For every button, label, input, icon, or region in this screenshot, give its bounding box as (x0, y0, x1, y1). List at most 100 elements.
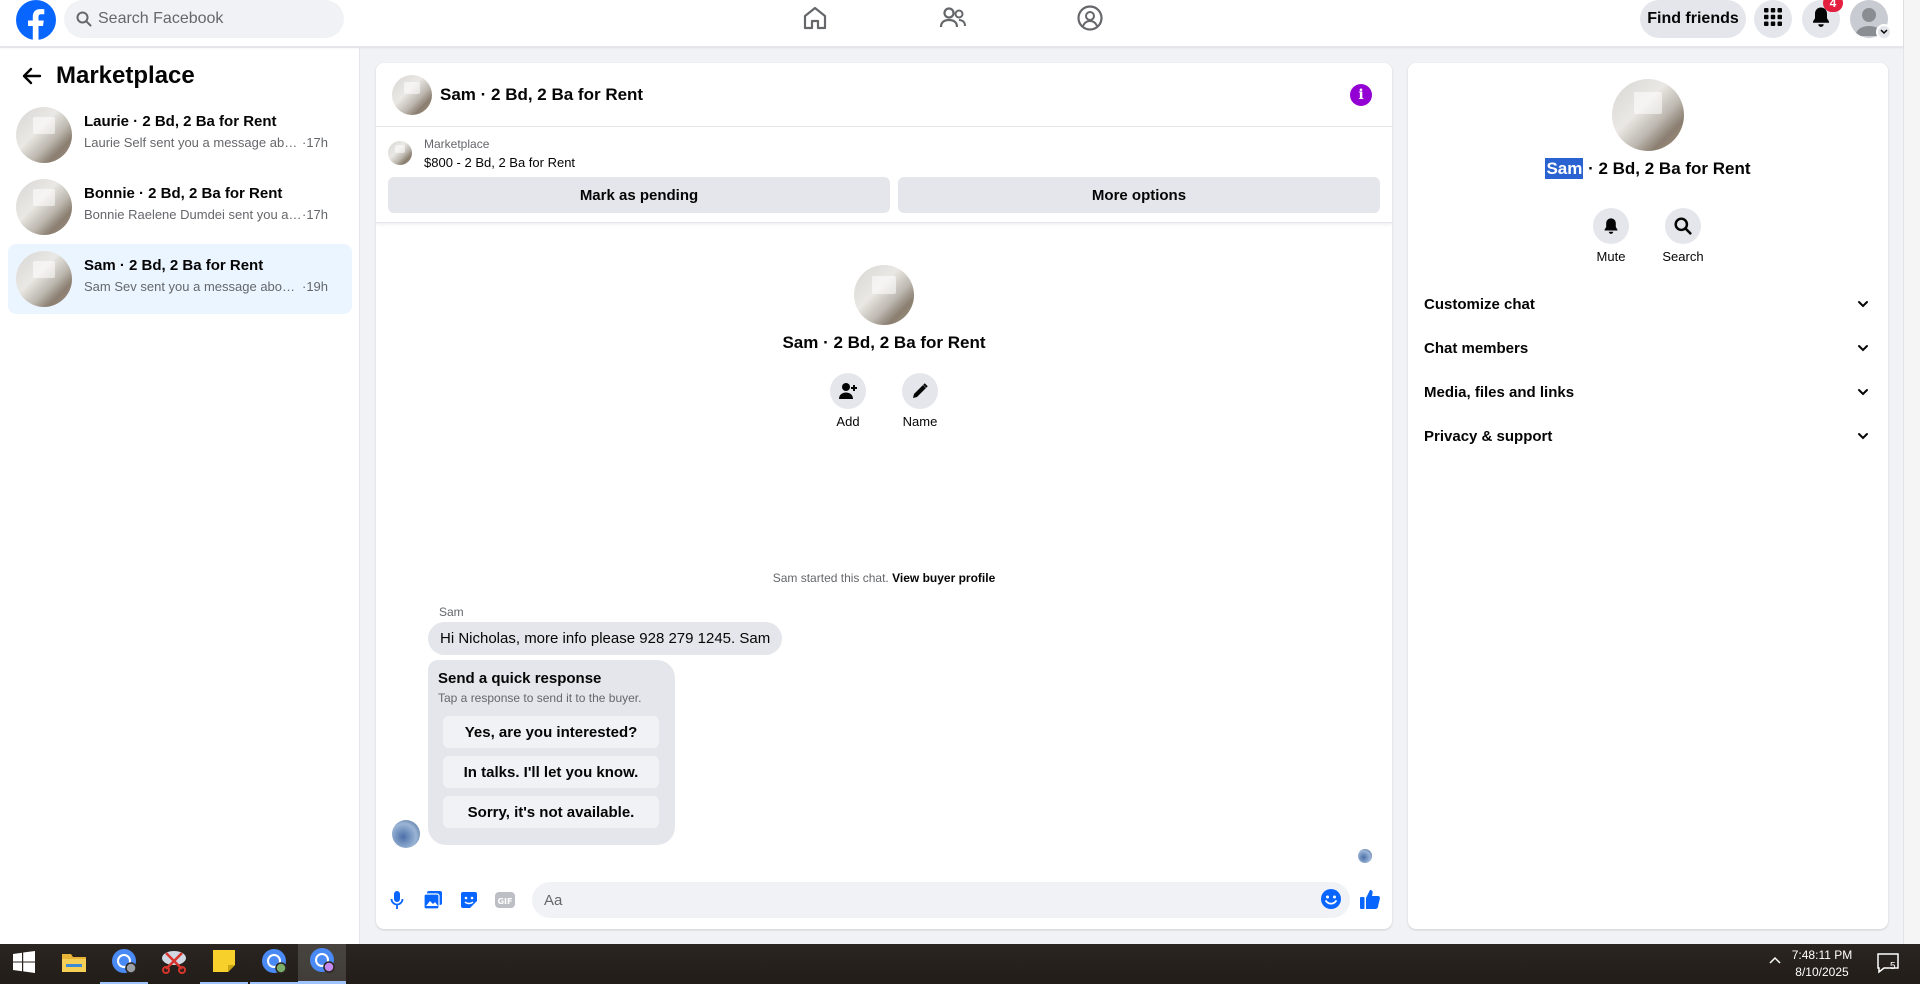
photo-icon[interactable] (421, 888, 445, 912)
groups-nav-button[interactable] (1066, 0, 1114, 40)
name-label: Name (902, 414, 938, 429)
listing-thumbnail (16, 107, 72, 163)
svg-text:GIF: GIF (497, 897, 512, 906)
chrome-profile-taskbar-button[interactable] (250, 944, 298, 984)
menu-button[interactable] (1754, 0, 1792, 38)
view-buyer-profile-link[interactable]: View buyer profile (892, 571, 995, 585)
conversation-item-active[interactable]: Sam · 2 Bd, 2 Ba for Rent Sam Sev sent y… (8, 244, 352, 314)
top-navigation: Find friends 4 (0, 0, 1903, 47)
conversation-name: Bonnie · 2 Bd, 2 Ba for Rent (84, 185, 283, 202)
chat-info-name: Sam · 2 Bd, 2 Ba for Rent (1408, 158, 1888, 179)
sticky-notes-taskbar-button[interactable] (200, 944, 248, 984)
system-clock[interactable]: 7:48:11 PM 8/10/2025 (1782, 947, 1862, 981)
info-icon[interactable]: i (1350, 84, 1372, 106)
friends-icon (939, 5, 967, 36)
add-people-button[interactable]: Add (813, 373, 883, 429)
add-label: Add (836, 414, 860, 429)
sticky-note-icon (211, 948, 237, 979)
mark-as-pending-button[interactable]: Mark as pending (388, 177, 890, 213)
bell-icon (1593, 208, 1629, 244)
browser-viewport: Find friends 4 Marketplace Lau (0, 0, 1920, 944)
mute-label: Mute (1596, 249, 1626, 264)
chat-started-notice: Sam started this chat. View buyer profil… (376, 571, 1392, 585)
start-button[interactable] (0, 944, 48, 984)
chat-members-section[interactable]: Chat members (1416, 329, 1880, 369)
sender-avatar[interactable] (392, 820, 420, 848)
section-label: Privacy & support (1424, 428, 1553, 445)
chevron-down-icon (1856, 429, 1870, 448)
chat-info-panel: Sam · 2 Bd, 2 Ba for Rent Mute Search Cu… (1408, 63, 1888, 929)
listing-thumbnail (16, 251, 72, 307)
message-composer: GIF (376, 875, 1392, 929)
clock-date: 8/10/2025 (1795, 965, 1849, 979)
home-nav-button[interactable] (791, 0, 839, 40)
conversation-item[interactable]: Laurie · 2 Bd, 2 Ba for Rent Laurie Self… (8, 100, 352, 170)
listing-thumbnail (16, 179, 72, 235)
section-label: Media, files and links (1424, 384, 1575, 401)
grid-menu-icon (1763, 7, 1783, 32)
find-friends-button[interactable]: Find friends (1640, 0, 1746, 38)
search-icon (1665, 208, 1701, 244)
name-chat-button[interactable]: Name (885, 373, 955, 429)
conversation-preview: Laurie Self sent you a message abou... ·… (84, 135, 328, 150)
notification-badge: 4 (1823, 0, 1843, 12)
chrome-taskbar-button[interactable] (100, 944, 148, 984)
chrome-active-taskbar-button[interactable] (298, 944, 346, 984)
chat-avatar[interactable] (392, 75, 432, 115)
search-box[interactable] (64, 0, 344, 38)
back-button[interactable] (16, 62, 48, 94)
chrome-icon (308, 946, 336, 979)
chat-title[interactable]: Sam · 2 Bd, 2 Ba for Rent (440, 85, 643, 105)
preview-time: ·17h (302, 135, 329, 150)
listing-price[interactable]: $800 - 2 Bd, 2 Ba for Rent (424, 155, 575, 170)
customize-chat-section[interactable]: Customize chat (1416, 285, 1880, 325)
page-scrollbar[interactable] (1903, 0, 1920, 944)
search-input[interactable] (98, 0, 328, 38)
quick-response-option[interactable]: In talks. I'll let you know. (443, 756, 659, 788)
microphone-icon[interactable] (385, 888, 409, 912)
snipping-tool-taskbar-button[interactable] (150, 944, 198, 984)
conversation-item[interactable]: Bonnie · 2 Bd, 2 Ba for Rent Bonnie Rael… (8, 172, 352, 242)
arrow-left-icon (22, 67, 42, 90)
chevron-up-icon[interactable] (1768, 954, 1782, 973)
preview-time: ·17h (302, 207, 329, 222)
listing-thumbnail[interactable] (388, 141, 412, 165)
media-files-links-section[interactable]: Media, files and links (1416, 373, 1880, 413)
preview-time: ·19h (302, 279, 329, 294)
notification-count: 5 (1890, 961, 1896, 972)
gif-icon[interactable]: GIF (493, 888, 517, 912)
seen-indicator-avatar (1358, 849, 1372, 863)
search-icon (76, 11, 92, 32)
chat-profile-name: Sam · 2 Bd, 2 Ba for Rent (782, 333, 986, 352)
conversation-name: Sam · 2 Bd, 2 Ba for Rent (84, 257, 264, 274)
chat-profile-avatar[interactable] (854, 265, 914, 325)
scissors-icon (160, 949, 188, 980)
quick-response-card: Send a quick response Tap a response to … (428, 660, 675, 845)
message-input[interactable] (532, 882, 1350, 918)
quick-response-subtitle: Tap a response to send it to the buyer. (438, 691, 642, 705)
search-in-chat-button[interactable]: Search (1648, 208, 1718, 264)
chat-header: Sam · 2 Bd, 2 Ba for Rent i (376, 63, 1392, 127)
message-bubble[interactable]: Hi Nicholas, more info please 928 279 12… (428, 622, 783, 655)
emoji-icon[interactable] (1320, 888, 1342, 915)
more-options-button[interactable]: More options (898, 177, 1380, 213)
quick-response-option[interactable]: Yes, are you interested? (443, 716, 659, 748)
chevron-down-icon[interactable] (1876, 24, 1892, 40)
selected-text: Sam (1545, 158, 1584, 179)
preview-text: Sam Sev sent you a message about ... (84, 279, 302, 294)
thumbs-up-icon[interactable] (1358, 887, 1382, 911)
friends-nav-button[interactable] (929, 0, 977, 40)
page-title: Marketplace (56, 62, 195, 89)
search-label: Search (1662, 249, 1704, 264)
chat-info-avatar[interactable] (1612, 79, 1684, 151)
quick-response-option[interactable]: Sorry, it's not available. (443, 796, 659, 828)
file-explorer-taskbar-button[interactable] (50, 944, 98, 984)
mute-button[interactable]: Mute (1576, 208, 1646, 264)
sticker-icon[interactable] (457, 888, 481, 912)
privacy-support-section[interactable]: Privacy & support (1416, 417, 1880, 457)
listing-source: Marketplace (424, 137, 490, 151)
home-icon (802, 5, 828, 36)
chat-info-name-rest: · 2 Bd, 2 Ba for Rent (1583, 159, 1751, 178)
facebook-logo-icon[interactable] (16, 0, 56, 40)
action-center-button[interactable]: 5 (1876, 952, 1900, 979)
